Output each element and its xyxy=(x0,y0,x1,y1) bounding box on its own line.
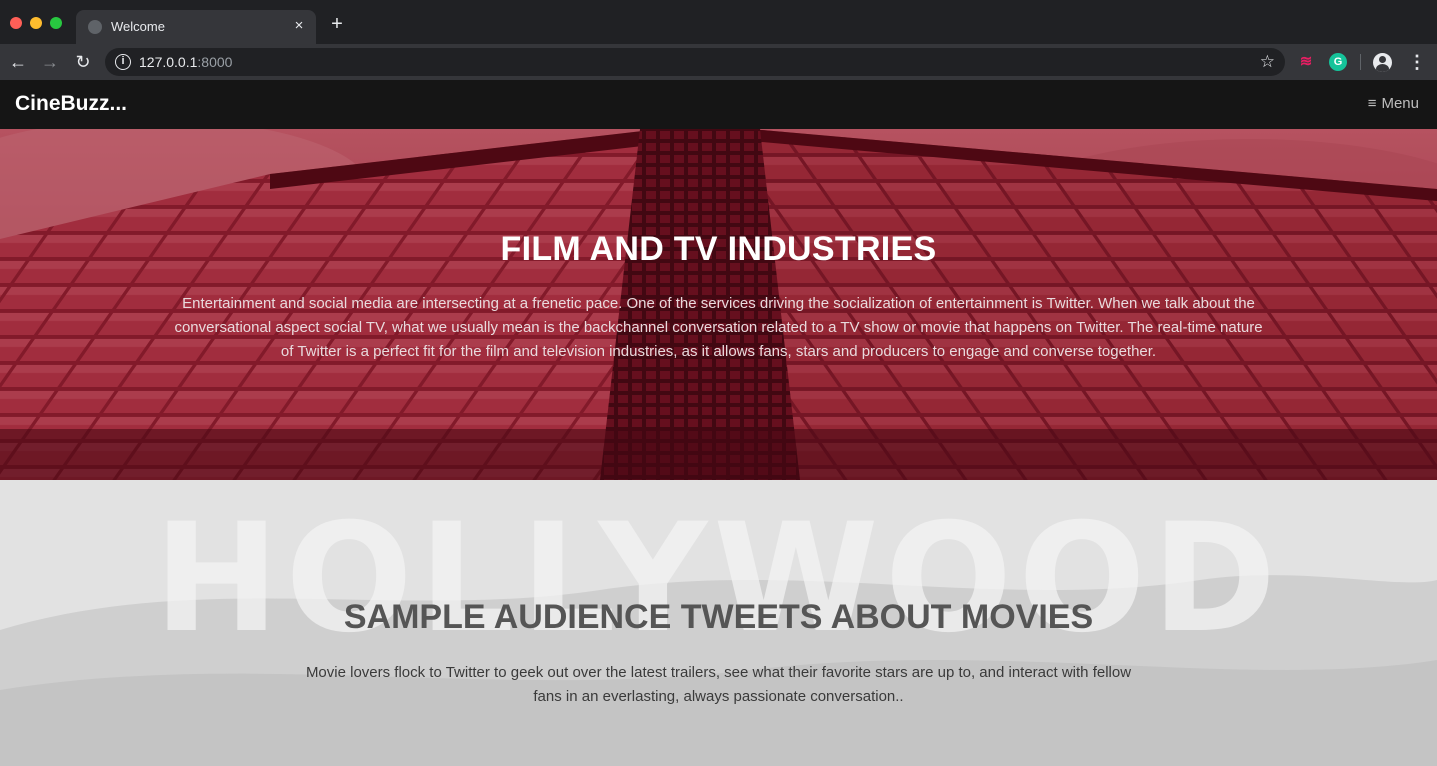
url-port: :8000 xyxy=(197,54,233,70)
forward-button[interactable]: → xyxy=(38,50,62,74)
back-button[interactable]: ← xyxy=(6,50,30,74)
browser-tab-welcome[interactable]: Welcome × xyxy=(76,10,316,44)
grammarly-extension-icon[interactable]: G xyxy=(1329,53,1347,71)
browser-toolbar: ← → ↻ i 127.0.0.1:8000 ☆ ≋ G ⋮ xyxy=(0,44,1437,80)
hero-section: FILM AND TV INDUSTRIES Entertainment and… xyxy=(0,129,1437,480)
new-tab-button[interactable]: + xyxy=(327,14,347,34)
globe-icon xyxy=(88,20,102,34)
maximize-window-button[interactable] xyxy=(50,17,62,29)
hamburger-icon: ≡ xyxy=(1367,95,1377,112)
bookmark-star-icon[interactable]: ☆ xyxy=(1260,51,1275,73)
rss-feed-extension-icon[interactable]: ≋ xyxy=(1297,53,1315,71)
site-navbar: CineBuzz... ≡ Menu xyxy=(0,80,1437,129)
menu-label: Menu xyxy=(1381,95,1419,112)
browser-menu-icon[interactable]: ⋮ xyxy=(1408,50,1426,74)
hollywood-sign-letters: HOLLYWOOD xyxy=(154,492,1282,666)
browser-tab-bar: Welcome × + xyxy=(0,0,1437,44)
tweets-section-title: SAMPLE AUDIENCE TWEETS ABOUT MOVIES xyxy=(343,598,1094,636)
hero-description: Entertainment and social media are inter… xyxy=(174,295,1263,360)
toolbar-divider xyxy=(1360,54,1361,70)
tab-title: Welcome xyxy=(111,19,165,34)
site-info-icon[interactable]: i xyxy=(115,54,131,70)
address-bar[interactable]: i 127.0.0.1:8000 ☆ xyxy=(105,48,1285,76)
url-text[interactable]: 127.0.0.1:8000 xyxy=(139,54,232,70)
reload-button[interactable]: ↻ xyxy=(71,50,95,74)
close-window-button[interactable] xyxy=(10,17,22,29)
menu-button[interactable]: ≡ Menu xyxy=(1368,95,1419,112)
close-tab-icon[interactable]: × xyxy=(290,17,308,35)
minimize-window-button[interactable] xyxy=(30,17,42,29)
hero-title: FILM AND TV INDUSTRIES xyxy=(500,230,937,268)
url-host: 127.0.0.1 xyxy=(139,54,198,70)
profile-avatar-icon[interactable] xyxy=(1373,53,1392,72)
tweets-section: HOLLYWOOD SAMPLE AUDIENCE TWEETS ABOUT M… xyxy=(0,480,1437,766)
site-brand-logo[interactable]: CineBuzz... xyxy=(15,92,127,116)
tweets-section-description: Movie lovers flock to Twitter to geek ou… xyxy=(305,664,1132,705)
